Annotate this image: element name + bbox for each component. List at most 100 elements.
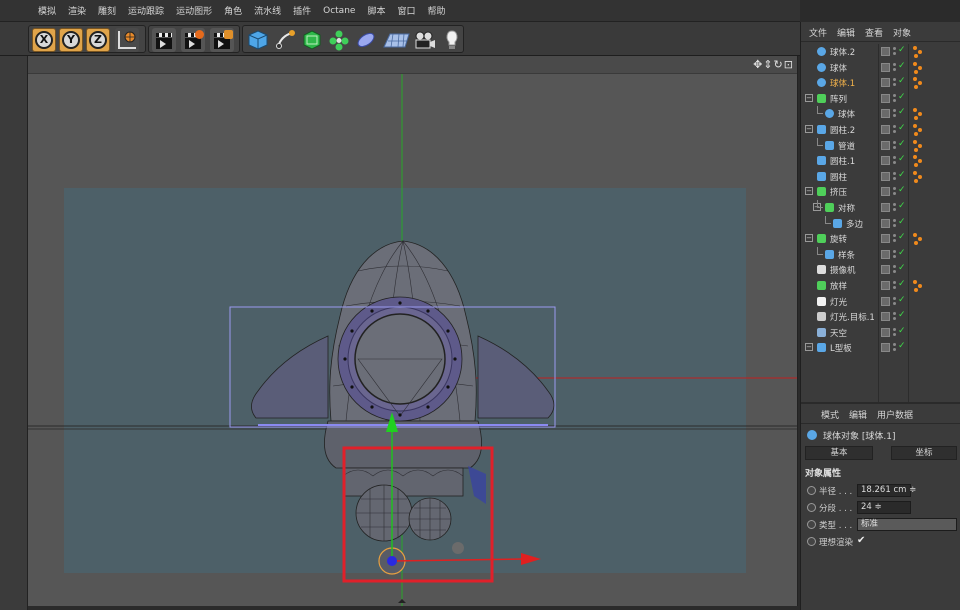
- object-label[interactable]: L型板: [830, 342, 852, 354]
- visibility-dots-icon[interactable]: [893, 155, 896, 166]
- object-row[interactable]: 多边 ✓: [801, 215, 960, 232]
- object-row[interactable]: 放样 ✓: [801, 278, 960, 294]
- object-label[interactable]: 放样: [830, 280, 847, 292]
- layer-icon[interactable]: [881, 93, 890, 103]
- visibility-dots-icon[interactable]: [893, 264, 896, 275]
- object-label[interactable]: 灯光: [830, 296, 847, 308]
- segments-input[interactable]: 24 ≑: [857, 501, 911, 514]
- object-row[interactable]: 圆柱 ✓: [801, 169, 960, 185]
- deformer-icon[interactable]: [354, 28, 378, 52]
- layer-icon[interactable]: [881, 343, 890, 353]
- attribute-menu-item[interactable]: 用户数据: [877, 408, 913, 421]
- attribute-menu-item[interactable]: 模式: [821, 408, 839, 421]
- enabled-check-icon[interactable]: ✓: [898, 263, 906, 273]
- enabled-check-icon[interactable]: ✓: [898, 295, 906, 305]
- material-tag-icon[interactable]: [911, 232, 925, 246]
- visibility-dots-icon[interactable]: [893, 171, 896, 182]
- enabled-check-icon[interactable]: ✓: [898, 76, 906, 86]
- menu-item[interactable]: 模拟: [38, 4, 56, 17]
- radio-icon[interactable]: [807, 503, 816, 512]
- material-tag-icon[interactable]: [911, 61, 925, 75]
- perspective-viewport[interactable]: ✥⇕↻⊡: [28, 56, 798, 606]
- object-label[interactable]: 圆柱: [830, 171, 847, 183]
- object-label[interactable]: 管道: [838, 140, 855, 152]
- menu-item[interactable]: 渲染: [68, 4, 86, 17]
- visibility-dots-icon[interactable]: [893, 186, 896, 197]
- layer-icon[interactable]: [881, 265, 890, 275]
- y-axis-lock-button[interactable]: Y: [59, 28, 83, 52]
- visibility-dots-icon[interactable]: [893, 296, 896, 307]
- layer-icon[interactable]: [881, 296, 890, 306]
- expand-toggle[interactable]: −: [805, 187, 813, 196]
- layer-icon[interactable]: [881, 327, 890, 337]
- object-row[interactable]: 圆柱.1 ✓: [801, 153, 960, 169]
- enabled-check-icon[interactable]: ✓: [898, 248, 906, 258]
- visibility-dots-icon[interactable]: [893, 46, 896, 57]
- menu-item[interactable]: Octane: [323, 6, 355, 16]
- z-axis-lock-button[interactable]: Z: [86, 28, 110, 52]
- enabled-check-icon[interactable]: ✓: [898, 92, 906, 102]
- render-picture-viewer-icon[interactable]: [181, 28, 205, 52]
- layer-icon[interactable]: [881, 156, 890, 166]
- material-tag-icon[interactable]: [911, 154, 925, 168]
- material-tag-icon[interactable]: [911, 45, 925, 59]
- enabled-check-icon[interactable]: ✓: [898, 326, 906, 336]
- object-manager-menu-item[interactable]: 对象: [893, 26, 911, 39]
- object-row[interactable]: 管道 ✓: [801, 137, 960, 154]
- enabled-check-icon[interactable]: ✓: [898, 217, 906, 227]
- radius-input[interactable]: 18.261 cm ≑: [857, 484, 916, 497]
- layer-icon[interactable]: [881, 187, 890, 197]
- enabled-check-icon[interactable]: ✓: [898, 201, 906, 211]
- enabled-check-icon[interactable]: ✓: [898, 232, 906, 242]
- object-label[interactable]: 多边: [846, 218, 863, 230]
- expand-toggle[interactable]: −: [805, 93, 813, 102]
- menu-item[interactable]: 运动跟踪: [128, 4, 164, 17]
- cube-icon[interactable]: [246, 28, 270, 52]
- layer-icon[interactable]: [881, 125, 890, 134]
- pen-icon[interactable]: [273, 28, 297, 52]
- menu-item[interactable]: 帮助: [427, 4, 445, 17]
- object-row[interactable]: − 阵列 ✓: [801, 91, 960, 107]
- material-tag-icon[interactable]: [911, 107, 925, 121]
- camera-icon[interactable]: [413, 28, 437, 52]
- attribute-menu-item[interactable]: 编辑: [849, 408, 867, 421]
- material-tag-icon[interactable]: [911, 123, 925, 137]
- tab-coord[interactable]: 坐标: [891, 446, 957, 460]
- enabled-check-icon[interactable]: ✓: [898, 107, 906, 117]
- visibility-dots-icon[interactable]: [893, 280, 896, 291]
- expand-toggle[interactable]: −: [805, 234, 813, 243]
- layer-icon[interactable]: [881, 203, 890, 212]
- enabled-check-icon[interactable]: ✓: [898, 310, 906, 320]
- object-row[interactable]: − 对称 ✓: [801, 200, 960, 216]
- object-label[interactable]: 球体: [830, 62, 847, 74]
- object-row[interactable]: 天空 ✓: [801, 325, 960, 341]
- menu-item[interactable]: 窗口: [397, 4, 415, 17]
- visibility-dots-icon[interactable]: [893, 342, 896, 353]
- object-label[interactable]: 球体: [838, 108, 855, 120]
- enabled-check-icon[interactable]: ✓: [898, 170, 906, 180]
- object-label[interactable]: 灯光.目标.1: [830, 311, 875, 323]
- menu-item[interactable]: 角色: [224, 4, 242, 17]
- material-tag-icon[interactable]: [911, 279, 925, 293]
- layer-icon[interactable]: [881, 62, 890, 72]
- object-row[interactable]: 球体.2 ✓: [801, 44, 960, 60]
- expand-toggle[interactable]: −: [805, 343, 813, 352]
- enabled-check-icon[interactable]: ✓: [898, 123, 906, 133]
- object-label[interactable]: 球体.2: [830, 46, 855, 58]
- object-manager-menu-item[interactable]: 编辑: [837, 26, 855, 39]
- visibility-dots-icon[interactable]: [893, 62, 896, 73]
- render-view-icon[interactable]: [152, 28, 176, 52]
- object-row[interactable]: 灯光.目标.1 ✓: [801, 309, 960, 325]
- visibility-dots-icon[interactable]: [893, 77, 896, 88]
- light-icon[interactable]: [440, 28, 464, 52]
- layer-icon[interactable]: [881, 109, 890, 119]
- visibility-dots-icon[interactable]: [893, 218, 896, 229]
- enabled-check-icon[interactable]: ✓: [898, 185, 906, 195]
- visibility-dots-icon[interactable]: [893, 249, 896, 260]
- enabled-check-icon[interactable]: ✓: [898, 45, 906, 55]
- edit-render-settings-icon[interactable]: [210, 28, 234, 52]
- menu-item[interactable]: 运动图形: [176, 4, 212, 17]
- material-tag-icon[interactable]: [911, 170, 925, 184]
- layer-icon[interactable]: [881, 171, 890, 181]
- floor-icon[interactable]: [381, 28, 411, 52]
